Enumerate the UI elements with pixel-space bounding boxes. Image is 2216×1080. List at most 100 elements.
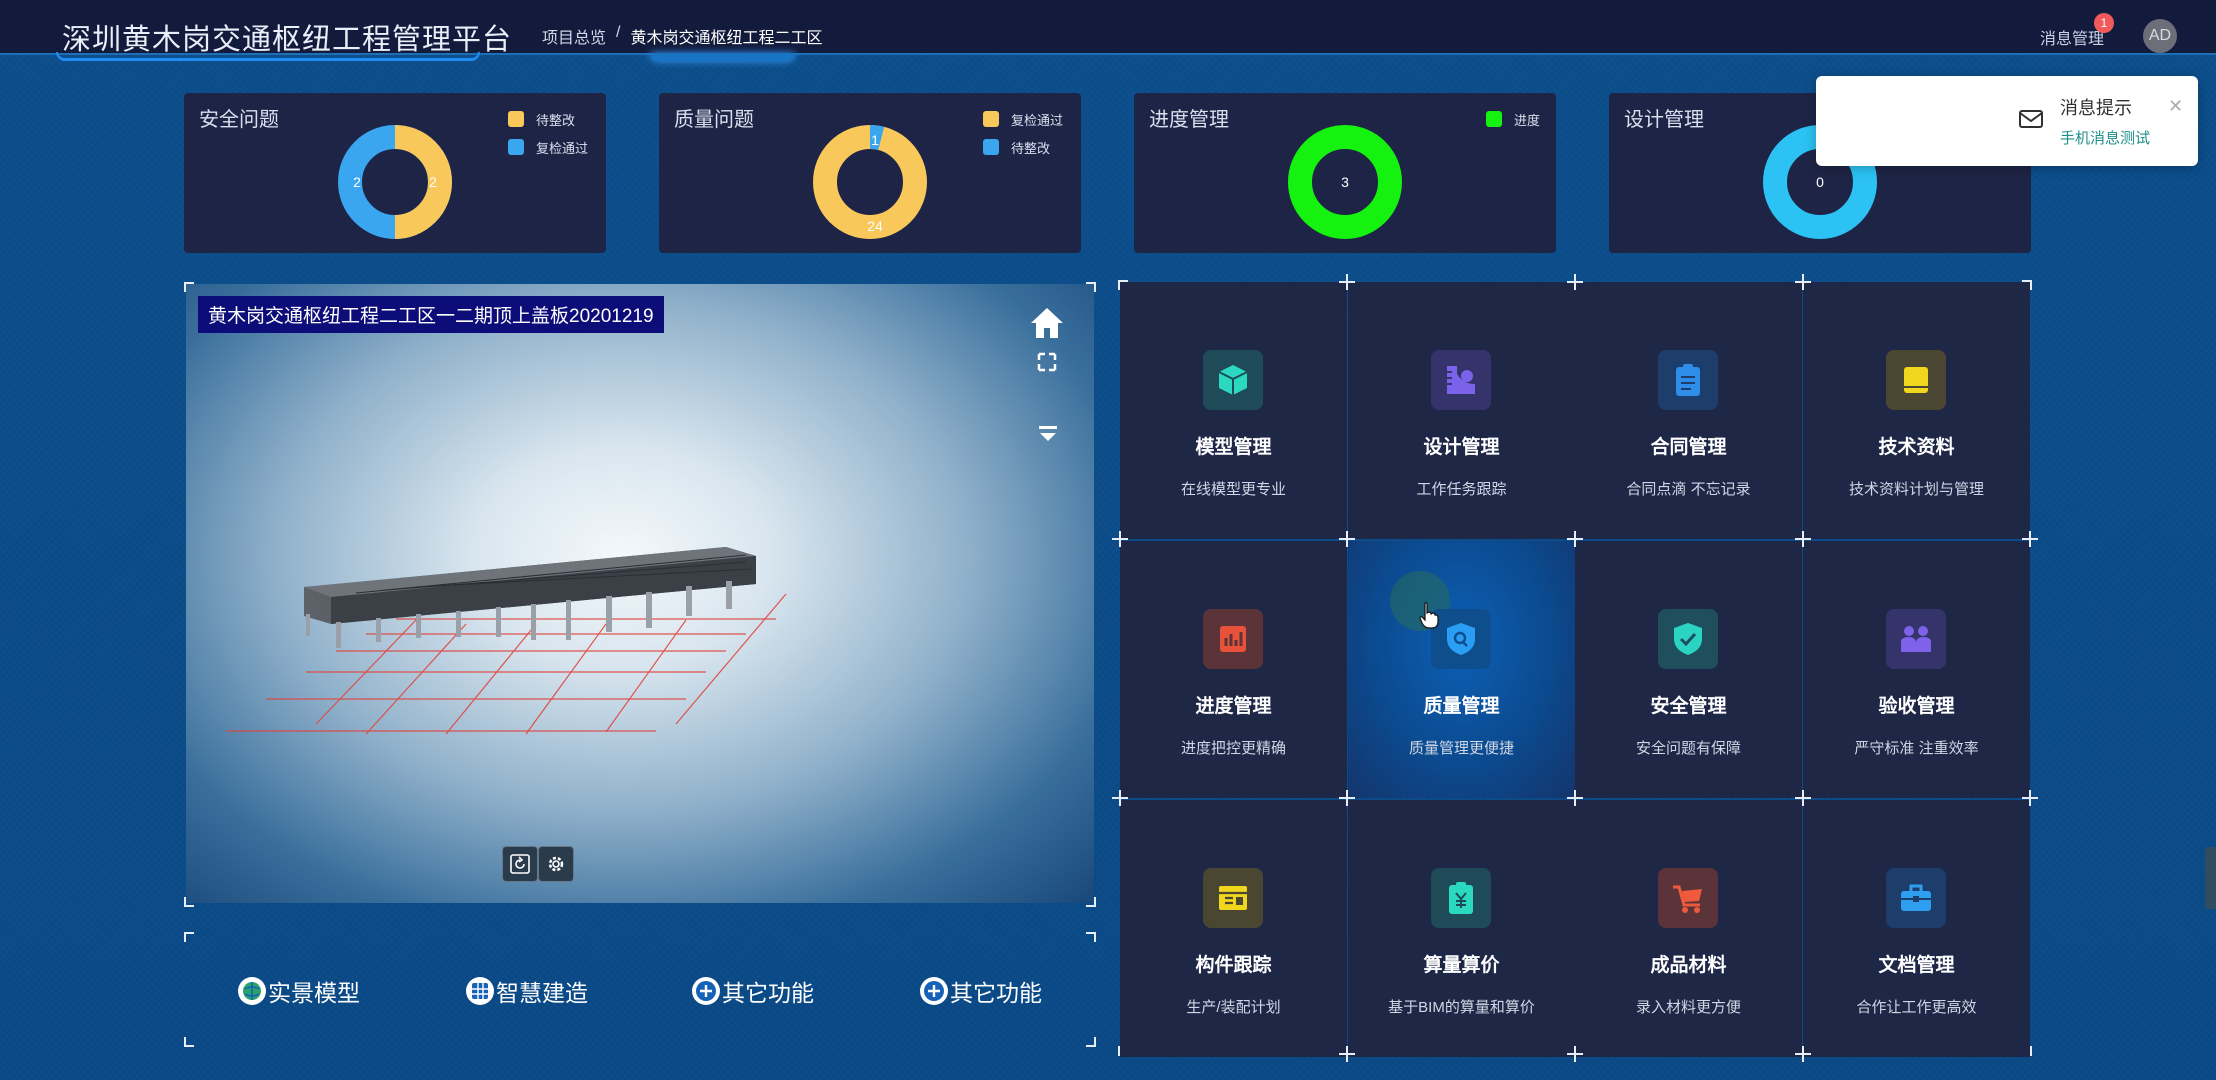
avatar[interactable]: AD (2143, 19, 2177, 53)
legend-label: 复检通过 (536, 140, 589, 156)
tab-label: 其它功能 (722, 980, 814, 1006)
grid-plus-mark (1795, 790, 1811, 806)
grid-plus-mark (1339, 531, 1355, 547)
corner-mark (184, 932, 194, 942)
close-icon[interactable]: ✕ (2168, 96, 2183, 117)
slice-label: 2 (429, 174, 437, 190)
center-decoration (650, 53, 795, 61)
grid-plus-mark (1339, 790, 1355, 806)
module-design[interactable]: 设计管理 工作任务跟踪 (1348, 282, 1575, 539)
legend-item[interactable]: 待整改 (983, 133, 1063, 161)
toast-message[interactable]: 手机消息测试 (2060, 127, 2150, 148)
breadcrumb-separator: / (616, 24, 621, 41)
tab-other-functions-2[interactable]: 其它功能 (920, 972, 1042, 1010)
module-subtitle: 严守标准 注重效率 (1854, 740, 1979, 757)
building-model (226, 547, 787, 735)
settings-icon (548, 856, 564, 872)
shield-check-icon (1658, 609, 1718, 669)
globe-icon (238, 977, 266, 1005)
module-subtitle: 工作任务跟踪 (1416, 481, 1507, 498)
message-toast[interactable]: 消息提示 手机消息测试 ✕ (1816, 76, 2198, 166)
card-title: 质量问题 (674, 109, 754, 131)
module-document[interactable]: 文档管理 合作让工作更高效 (1803, 800, 2030, 1057)
legend-label: 进度 (1514, 112, 1541, 128)
module-grid: 模型管理 在线模型更专业 设计管理 工作任务跟踪 合同管理 合同点滴 不忘记录 … (1112, 274, 2038, 1062)
clipboard-icon (1658, 350, 1718, 410)
grid-plus-mark (1795, 274, 1811, 290)
donut-slice[interactable] (813, 125, 927, 239)
donut-chart: 2 2 (338, 125, 452, 239)
grid-plus-mark (1795, 531, 1811, 547)
grid-plus-mark (1567, 790, 1583, 806)
module-subtitle: 在线模型更专业 (1180, 481, 1286, 498)
panel-icon (1203, 868, 1263, 928)
module-title: 合同管理 (1650, 437, 1727, 458)
module-subtitle: 质量管理更便捷 (1408, 740, 1514, 757)
module-subtitle: 合作让工作更高效 (1856, 999, 1977, 1016)
module-tech-docs[interactable]: 技术资料 技术资料计划与管理 (1803, 282, 2030, 539)
slice-label: 2 (353, 174, 361, 190)
module-quality[interactable]: 质量管理 质量管理更便捷 (1348, 541, 1575, 798)
safety-issues-card: 安全问题 待整改 复检通过 2 2 (184, 93, 606, 253)
grid-plus-mark (1112, 790, 1128, 806)
module-subtitle: 生产/装配计划 (1186, 999, 1281, 1016)
legend-item[interactable]: 复检通过 (983, 105, 1063, 133)
module-subtitle: 进度把控更精确 (1180, 740, 1286, 757)
model-viewer[interactable]: 黄木岗交通枢纽工程二工区一二期顶上盖板20201219 (186, 284, 1094, 903)
plus-icon (920, 977, 948, 1005)
side-drawer-handle[interactable] (2205, 847, 2216, 909)
slice-label: 24 (867, 218, 883, 234)
module-title: 成品材料 (1650, 955, 1727, 976)
legend-item[interactable]: 复检通过 (508, 133, 588, 161)
chart-legend: 待整改 复检通过 (508, 105, 588, 161)
legend-label: 复检通过 (1011, 112, 1064, 128)
module-contract[interactable]: 合同管理 合同点滴 不忘记录 (1575, 282, 1802, 539)
module-safety[interactable]: 安全管理 安全问题有保障 (1575, 541, 1802, 798)
tab-label: 实景模型 (268, 980, 360, 1006)
cube-icon (1203, 350, 1263, 410)
settings-button[interactable] (538, 846, 574, 882)
module-title: 验收管理 (1878, 696, 1955, 717)
legend-swatch (983, 139, 999, 155)
grid-plus-mark (1795, 1046, 1811, 1062)
ruler-icon (1431, 350, 1491, 410)
grid-plus-mark (1567, 531, 1583, 547)
cart-icon (1658, 868, 1718, 928)
plus-icon (692, 977, 720, 1005)
module-acceptance[interactable]: 验收管理 严守标准 注重效率 (1803, 541, 2030, 798)
reset-view-icon (510, 854, 530, 874)
center-value: 0 (1816, 174, 1824, 190)
module-title: 进度管理 (1195, 696, 1272, 717)
grid-plus-mark (2022, 531, 2038, 547)
module-progress[interactable]: 进度管理 进度把控更精确 (1120, 541, 1347, 798)
breadcrumb-root[interactable]: 项目总览 (542, 24, 606, 48)
tab-reality-model[interactable]: 实景模型 (238, 972, 360, 1010)
module-title: 构件跟踪 (1195, 955, 1272, 976)
tab-smart-construction[interactable]: 智慧建造 (466, 972, 588, 1010)
reset-view-button[interactable] (502, 846, 538, 882)
grid-plus-mark (1339, 1046, 1355, 1062)
legend-swatch (1486, 111, 1502, 127)
module-finished-materials[interactable]: 成品材料 录入材料更方便 (1575, 800, 1802, 1057)
module-model[interactable]: 模型管理 在线模型更专业 (1120, 282, 1347, 539)
tab-other-functions[interactable]: 其它功能 (692, 972, 814, 1010)
mail-icon (2019, 110, 2043, 128)
legend-swatch (508, 111, 524, 127)
legend-item[interactable]: 进度 (1486, 105, 1540, 133)
book-icon (1886, 350, 1946, 410)
tab-label: 其它功能 (950, 980, 1042, 1006)
legend-item[interactable]: 待整改 (508, 105, 588, 133)
module-component-tracking[interactable]: 构件跟踪 生产/装配计划 (1120, 800, 1347, 1057)
chart-legend: 进度 (1486, 105, 1540, 133)
title-decoration (56, 52, 480, 61)
tab-label: 智慧建造 (496, 980, 588, 1006)
module-title: 模型管理 (1195, 437, 1272, 458)
center-value: 3 (1341, 174, 1349, 190)
people-icon (1886, 609, 1946, 669)
message-management-link[interactable]: 消息管理 (2040, 25, 2104, 49)
module-quantity-pricing[interactable]: 算量算价 基于BIM的算量和算价 (1348, 800, 1575, 1057)
quality-issues-card: 质量问题 复检通过 待整改 1 24 (659, 93, 1081, 253)
toast-title: 消息提示 (2060, 98, 2132, 118)
grid-plus-mark (1567, 1046, 1583, 1062)
card-title: 进度管理 (1149, 109, 1229, 131)
